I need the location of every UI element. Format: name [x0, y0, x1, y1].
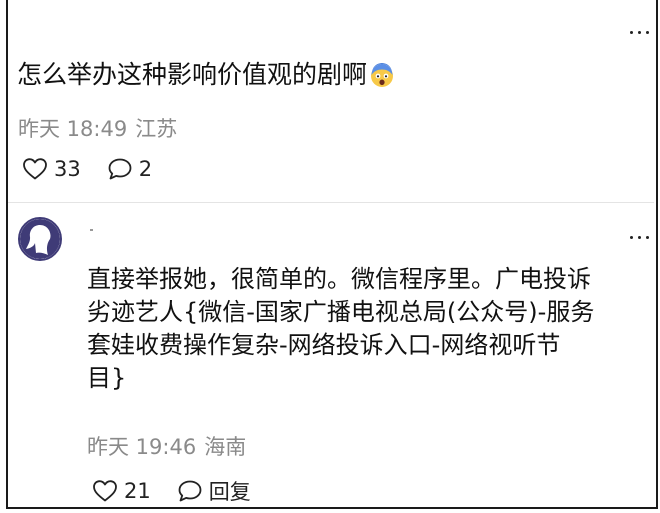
comment-actions: 33 2 — [22, 157, 152, 181]
comment-location: 江苏 — [135, 117, 178, 141]
comment-text: 怎么举办这种影响价值观的剧啊 — [17, 58, 395, 92]
heart-icon — [23, 158, 47, 180]
comment-line: 套娃收费操作复杂-网络投诉入口-网络视听节 — [87, 331, 561, 359]
comment-actions: 21 回复 — [92, 476, 251, 506]
heart-icon — [93, 480, 117, 502]
scared-face-emoji-icon — [371, 63, 394, 87]
username[interactable] — [90, 229, 93, 231]
avatar[interactable] — [18, 217, 62, 261]
comment-meta: 昨天 19:46 海南 — [87, 431, 246, 461]
comment-time: 昨天 18:49 — [18, 117, 128, 141]
more-options-icon[interactable] — [630, 31, 650, 37]
comment-text: 直接举报她，很简单的。微信程序里。广电投诉 劣迹艺人{微信-国家广播电视总局(公… — [87, 263, 653, 395]
like-count: 33 — [54, 157, 81, 181]
like-count: 21 — [124, 479, 151, 503]
reply-count: 2 — [138, 157, 153, 181]
comment-location: 海南 — [204, 435, 247, 459]
reply-button[interactable]: 回复 — [177, 476, 251, 506]
reply-button[interactable]: 2 — [107, 157, 152, 181]
comment-bubble-icon — [178, 480, 202, 502]
comment-divider — [8, 202, 654, 203]
like-button[interactable]: 33 — [22, 157, 81, 181]
comment-line: 劣迹艺人{微信-国家广播电视总局(公众号)-服务 — [87, 298, 595, 326]
comment-time: 昨天 19:46 — [87, 435, 197, 459]
comment-meta: 昨天 18:49 江苏 — [18, 113, 177, 143]
comment-body: 怎么举办这种影响价值观的剧啊 — [17, 60, 368, 89]
like-button[interactable]: 21 — [92, 479, 151, 503]
avatar-image — [20, 219, 60, 259]
comment-bubble-icon — [108, 158, 132, 180]
more-options-icon[interactable] — [630, 236, 650, 242]
comment-line: 目} — [87, 364, 127, 392]
comment-line: 直接举报她，很简单的。微信程序里。广电投诉 — [87, 265, 591, 293]
reply-label: 回复 — [208, 480, 251, 504]
